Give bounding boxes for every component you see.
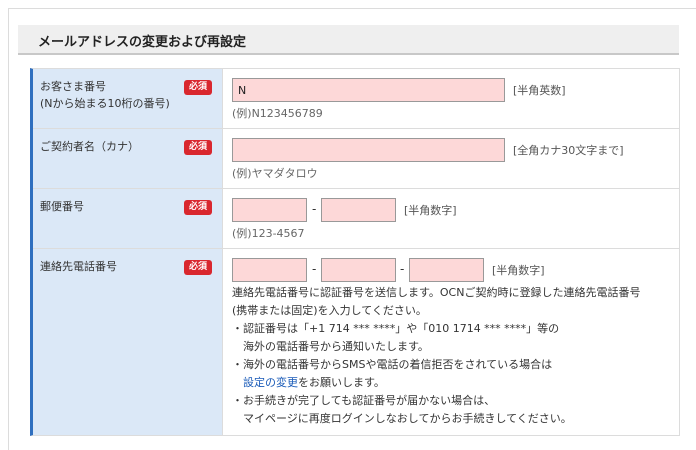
notice-text: をお願いします。 bbox=[298, 376, 385, 389]
label-cell: お客さま番号 (Nから始まる10桁の番号) 必須 bbox=[33, 69, 223, 128]
notice-bullet: ・認証番号は「+1 714 *** ****」や「010 1714 *** **… bbox=[232, 322, 560, 335]
input-cell: [全角カナ30文字まで] (例)ヤマダタロウ bbox=[223, 129, 680, 188]
phone-label: 連絡先電話番号 bbox=[40, 260, 117, 273]
customer-number-example: (例)N123456789 bbox=[232, 107, 323, 120]
contract-name-example: (例)ヤマダタロウ bbox=[232, 167, 318, 180]
contract-name-hint: [全角カナ30文字まで] bbox=[513, 144, 624, 157]
postal-code-label: 郵便番号 bbox=[40, 200, 84, 213]
notice-bullet-cont: 設定の変更をお願いします。 bbox=[232, 374, 672, 392]
customer-number-input[interactable] bbox=[232, 78, 505, 102]
phone-separator-1: - bbox=[312, 262, 317, 276]
required-badge: 必須 bbox=[184, 260, 212, 275]
postal-code-hint: [半角数字] bbox=[404, 204, 457, 217]
customer-number-label-note: (Nから始まる10桁の番号) bbox=[40, 97, 170, 110]
row-customer-number: お客さま番号 (Nから始まる10桁の番号) 必須 [半角英数] (例)N1234… bbox=[33, 69, 680, 129]
postal-code-example: (例)123-4567 bbox=[232, 227, 305, 240]
contract-name-input[interactable] bbox=[232, 138, 505, 162]
phone-notice: 連絡先電話番号に認証番号を送信します。OCNご契約時に登録した連絡先電話番号 (… bbox=[232, 284, 672, 428]
input-cell: [半角英数] (例)N123456789 bbox=[223, 69, 680, 128]
label-cell: 郵便番号 必須 bbox=[33, 189, 223, 248]
required-badge: 必須 bbox=[184, 200, 212, 215]
label-cell: ご契約者名（カナ） 必須 bbox=[33, 129, 223, 188]
input-cell: - - [半角数字] 連絡先電話番号に認証番号を送信します。OCNご契約時に登録… bbox=[223, 249, 680, 435]
notice-bullet: ・海外の電話番号からSMSや電話の着信拒否をされている場合は bbox=[232, 358, 553, 371]
label-cell: 連絡先電話番号 必須 bbox=[33, 249, 223, 435]
form-table: お客さま番号 (Nから始まる10桁の番号) 必須 [半角英数] (例)N1234… bbox=[30, 68, 680, 436]
notice-bullet: ・お手続きが完了しても認証番号が届かない場合は、 bbox=[232, 394, 496, 407]
phone-third-input[interactable] bbox=[409, 258, 484, 282]
row-contract-name: ご契約者名（カナ） 必須 [全角カナ30文字まで] (例)ヤマダタロウ bbox=[33, 129, 680, 189]
postal-code-separator: - bbox=[312, 202, 317, 216]
postal-code-second-input[interactable] bbox=[321, 198, 396, 222]
required-badge: 必須 bbox=[184, 140, 212, 155]
notice-line: (携帯または固定)を入力してください。 bbox=[232, 304, 427, 317]
customer-number-label: お客さま番号 (Nから始まる10桁の番号) bbox=[40, 78, 180, 112]
customer-number-hint: [半角英数] bbox=[513, 84, 566, 97]
input-cell: - [半角数字] (例)123-4567 bbox=[223, 189, 680, 248]
notice-bullet-cont: マイページに再度ログインしなおしてからお手続きしてください。 bbox=[243, 412, 572, 425]
notice-line: 連絡先電話番号に認証番号を送信します。OCNご契約時に登録した連絡先電話番号 bbox=[232, 286, 641, 299]
phone-first-input[interactable] bbox=[232, 258, 307, 282]
notice-bullet-cont: 海外の電話番号から通知いたします。 bbox=[243, 340, 429, 353]
phone-separator-2: - bbox=[400, 262, 405, 276]
phone-hint: [半角数字] bbox=[492, 264, 545, 277]
contract-name-label: ご契約者名（カナ） bbox=[40, 140, 139, 153]
customer-number-label-text: お客さま番号 bbox=[40, 80, 106, 93]
phone-second-input[interactable] bbox=[321, 258, 396, 282]
row-postal-code: 郵便番号 必須 - [半角数字] (例)123-4567 bbox=[33, 189, 680, 249]
settings-change-link[interactable]: 設定の変更 bbox=[243, 376, 298, 389]
required-badge: 必須 bbox=[184, 80, 212, 95]
row-phone: 連絡先電話番号 必須 - - [半角数字] 連絡先電話番号に認証番号を送信します… bbox=[33, 249, 680, 435]
page-title: メールアドレスの変更および再設定 bbox=[38, 35, 247, 50]
section-header: メールアドレスの変更および再設定 bbox=[18, 25, 679, 55]
postal-code-first-input[interactable] bbox=[232, 198, 307, 222]
